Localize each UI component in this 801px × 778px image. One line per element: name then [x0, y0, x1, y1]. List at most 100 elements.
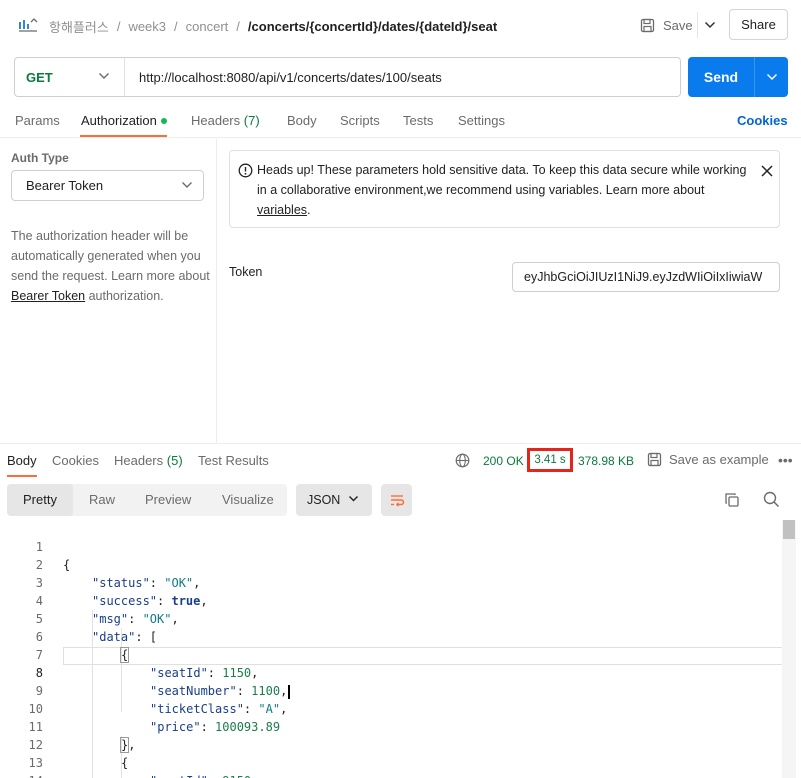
http-request-icon: [19, 18, 38, 32]
tab-authorization[interactable]: Authorization: [81, 113, 167, 128]
variables-link[interactable]: variables: [257, 203, 307, 217]
headers-count: (7): [243, 113, 260, 128]
breadcrumb-separator: /: [236, 19, 240, 34]
code-line: 5 "data": [: [0, 592, 796, 644]
response-time-value: 3.41 s: [534, 454, 566, 466]
format-raw[interactable]: Raw: [89, 492, 115, 507]
chevron-down-icon: [766, 73, 777, 81]
tab-settings[interactable]: Settings: [458, 113, 505, 128]
response-size[interactable]: 378.98 KB: [578, 454, 634, 468]
code-line: 11 },: [0, 700, 796, 753]
method-select[interactable]: GET: [15, 58, 125, 96]
send-button[interactable]: Send: [688, 57, 788, 97]
request-title[interactable]: /concerts/{concertId}/dates/{dateId}/sea…: [248, 19, 497, 34]
tab-headers[interactable]: Headers (7): [191, 113, 260, 128]
code-line: 2 "status": "OK",: [0, 538, 796, 590]
code-line: 14 "seatNumber": 9100,: [0, 754, 796, 778]
breadcrumb-item[interactable]: 항해플러스: [49, 17, 109, 36]
language-value: JSON: [307, 493, 341, 507]
code-text: "seatId": 9150,: [150, 772, 258, 778]
save-icon: [647, 452, 662, 467]
auth-help-suffix: authorization.: [85, 289, 164, 303]
format-preview[interactable]: Preview: [145, 492, 191, 507]
tab-headers-label: Headers: [191, 113, 241, 128]
response-time[interactable]: 3.41 s: [527, 448, 573, 472]
tab-body[interactable]: Body: [287, 113, 317, 128]
tab-response-cookies[interactable]: Cookies: [52, 453, 99, 468]
auth-help-text: The authorization header will be automat…: [11, 226, 211, 306]
tab-response-headers[interactable]: Headers (5): [114, 453, 183, 468]
save-as-example-label: Save as example: [669, 452, 769, 467]
tab-response-body[interactable]: Body: [7, 453, 37, 468]
auth-type-select[interactable]: Bearer Token: [11, 170, 204, 201]
token-value: eyJhbGciOiJIUzI1NiJ9.eyJzdWIiOiIxIiwiaW: [524, 270, 763, 284]
tab-authorization-label: Authorization: [81, 113, 157, 128]
code-line: 10 "price": 100093.89: [0, 682, 796, 734]
vertical-scrollbar[interactable]: [782, 520, 796, 778]
response-headers-count: (5): [166, 453, 183, 468]
more-options-icon[interactable]: •••: [778, 452, 793, 468]
code-line: 3 "success": true,: [0, 556, 796, 608]
auth-help-body: The authorization header will be automat…: [11, 229, 210, 283]
send-options-button[interactable]: [755, 73, 788, 81]
scrollbar-thumb[interactable]: [783, 520, 795, 539]
save-options-button[interactable]: [697, 12, 721, 38]
breadcrumb-item[interactable]: concert: [186, 19, 229, 34]
auth-type-label: Auth Type: [11, 151, 69, 165]
send-label: Send: [703, 69, 739, 85]
save-button[interactable]: Save: [640, 14, 693, 36]
code-line: 12 {: [0, 718, 796, 770]
request-tabs: Params Authorization Headers (7) Body Sc…: [0, 108, 801, 138]
line-number: 14: [0, 772, 43, 778]
wrap-lines-button[interactable]: [381, 484, 412, 516]
token-label: Token: [229, 265, 263, 279]
wrap-lines-icon: [390, 495, 404, 507]
notice-suffix: .: [307, 203, 311, 217]
sensitive-data-notice: Heads up! These parameters hold sensitiv…: [229, 150, 780, 228]
method-label: GET: [26, 69, 53, 85]
response-headers-label: Headers: [114, 453, 164, 468]
search-icon[interactable]: [763, 491, 780, 508]
status-code[interactable]: 200 OK: [483, 454, 524, 468]
auth-type-value: Bearer Token: [26, 178, 104, 193]
chevron-down-icon: [349, 496, 358, 502]
notice-body: Heads up! These parameters hold sensitiv…: [257, 163, 747, 197]
url-input[interactable]: [125, 58, 680, 96]
breadcrumb-separator: /: [116, 19, 121, 34]
response-body-editor[interactable]: 1 { 2 "status": "OK", 3 "success": true,…: [0, 520, 796, 778]
tab-test-results[interactable]: Test Results: [198, 453, 269, 468]
code-line: 7 "seatId": 1150,: [0, 628, 796, 680]
chevron-down-icon: [704, 21, 715, 29]
breadcrumb-item[interactable]: week3: [128, 19, 166, 34]
code-line: 1 {: [0, 520, 796, 572]
share-button[interactable]: Share: [729, 9, 788, 40]
cookies-link[interactable]: Cookies: [737, 113, 788, 128]
globe-icon[interactable]: [455, 453, 470, 468]
format-pretty[interactable]: Pretty: [23, 492, 57, 507]
tab-tests[interactable]: Tests: [403, 113, 433, 128]
breadcrumb: 항해플러스 / week3 / concert / /concerts/{con…: [49, 17, 497, 36]
close-icon[interactable]: [760, 164, 774, 178]
save-as-example-button[interactable]: Save as example: [647, 452, 769, 467]
save-label: Save: [663, 17, 693, 33]
bearer-token-link[interactable]: Bearer Token: [11, 289, 85, 303]
code-line: 13 "seatId": 9150,: [0, 736, 796, 778]
breadcrumb-separator: /: [174, 19, 178, 34]
format-visualize[interactable]: Visualize: [222, 492, 274, 507]
active-tab-indicator: [80, 135, 167, 137]
tab-scripts[interactable]: Scripts: [340, 113, 380, 128]
notice-text: Heads up! These parameters hold sensitiv…: [257, 160, 747, 220]
header-bar: 항해플러스 / week3 / concert / /concerts/{con…: [0, 0, 801, 50]
url-bar: GET: [14, 57, 681, 97]
token-input[interactable]: eyJhbGciOiJIUzI1NiJ9.eyJzdWIiOiIxIiwiaW: [512, 262, 780, 292]
format-toggle-group: Pretty Raw Preview Visualize: [7, 484, 287, 516]
active-dot: [160, 117, 167, 124]
json-key: "seatId": [150, 774, 208, 778]
language-select[interactable]: JSON: [296, 484, 372, 516]
save-icon: [640, 18, 655, 32]
tab-params[interactable]: Params: [15, 113, 60, 128]
auth-type-panel: Auth Type Bearer Token The authorization…: [0, 139, 217, 443]
json-number: 9150: [222, 774, 251, 778]
copy-icon[interactable]: [724, 492, 740, 508]
active-tab-indicator: [7, 475, 37, 477]
